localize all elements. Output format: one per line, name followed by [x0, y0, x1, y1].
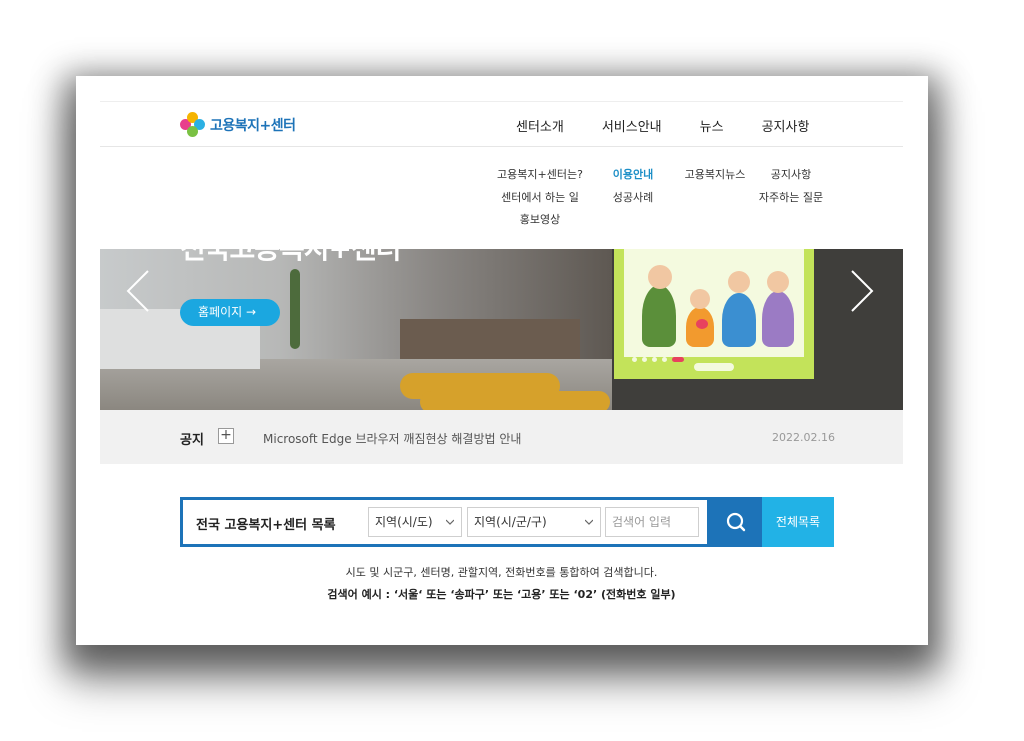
- next-slide-icon[interactable]: [846, 269, 876, 313]
- government-logo: [694, 363, 734, 371]
- search-help-text: 시도 및 시군구, 센터명, 관할지역, 전화번호를 통합하여 검색합니다.: [345, 566, 658, 579]
- logo-text: 고용복지+센터: [210, 118, 296, 134]
- page-card: 고용복지+센터 센터소개 서비스안내 뉴스 공지사항 고용복지+센터는? 센터에…: [76, 76, 928, 645]
- region-district-value: 지역(시/군/구): [474, 515, 547, 529]
- main-banner: 전국고용복지+센터 홈페이지 →: [100, 249, 903, 410]
- chevron-down-icon: [585, 519, 593, 525]
- slide-dot[interactable]: [642, 357, 647, 362]
- dropdown-col-center: 고용복지+센터는? 센터에서 하는 일 홍보영상: [497, 166, 583, 234]
- menu-notices[interactable]: 공지사항: [771, 166, 811, 189]
- site-header: 고용복지+센터 센터소개 서비스안내 뉴스 공지사항: [100, 102, 903, 147]
- menu-faq[interactable]: 자주하는 질문: [759, 189, 823, 212]
- notice-more-icon[interactable]: +: [218, 428, 234, 444]
- slide-dot[interactable]: [632, 357, 637, 362]
- search-input[interactable]: [605, 507, 699, 537]
- logo-icon: [180, 112, 206, 138]
- notice-label: 공지: [180, 433, 204, 448]
- chevron-down-icon: [446, 519, 454, 525]
- slide-dot-active[interactable]: [672, 357, 684, 362]
- search-icon: [726, 512, 746, 532]
- slide-dot[interactable]: [662, 357, 667, 362]
- center-search-box: 전국 고용복지+센터 목록 지역(시/도) 지역(시/군/구): [180, 497, 710, 547]
- slide-dots: [632, 357, 684, 362]
- banner-title: 전국고용복지+센터: [180, 249, 402, 267]
- dropdown-col-news: 고용복지뉴스: [680, 166, 750, 189]
- notice-link[interactable]: Microsoft Edge 브라우저 깨짐현상 해결방법 안내: [263, 430, 521, 447]
- menu-employment-news[interactable]: 고용복지뉴스: [685, 166, 746, 189]
- nav-news[interactable]: 뉴스: [700, 116, 724, 135]
- banner-counter: [400, 319, 580, 359]
- nav-service-guide[interactable]: 서비스안내: [602, 116, 662, 135]
- region-district-select[interactable]: 지역(시/군/구): [467, 507, 601, 537]
- figure-head: [767, 271, 789, 293]
- menu-promo-video[interactable]: 홍보영상: [520, 211, 560, 234]
- region-province-value: 지역(시/도): [375, 515, 433, 529]
- notice-bar: 공지 + Microsoft Edge 브라우저 깨짐현상 해결방법 안내 20…: [100, 410, 903, 464]
- search-title: 전국 고용복지+센터 목록: [196, 518, 336, 533]
- poster-illustration: [624, 249, 804, 357]
- figure-grandmother: [762, 291, 794, 347]
- nav-notice[interactable]: 공지사항: [762, 116, 810, 135]
- slide-dot[interactable]: [652, 357, 657, 362]
- figure-head: [648, 265, 672, 289]
- heart-icon: [696, 319, 708, 329]
- nav-center-intro[interactable]: 센터소개: [516, 116, 564, 135]
- menu-center-work[interactable]: 센터에서 하는 일: [501, 189, 579, 212]
- dropdown-col-service: 이용안내 성공사례: [600, 166, 666, 211]
- search-button[interactable]: [710, 497, 762, 547]
- banner-plant: [290, 269, 300, 349]
- menu-usage-guide[interactable]: 이용안내: [613, 166, 653, 189]
- site-logo[interactable]: 고용복지+센터: [180, 112, 296, 138]
- homepage-button[interactable]: 홈페이지 →: [180, 299, 280, 326]
- menu-about-center[interactable]: 고용복지+센터는?: [497, 166, 583, 189]
- figure-head: [690, 289, 710, 309]
- prev-slide-icon[interactable]: [124, 269, 154, 313]
- full-list-button[interactable]: 전체목록: [762, 497, 834, 547]
- region-province-select[interactable]: 지역(시/도): [368, 507, 462, 537]
- search-example-text: 검색어 예시 : ‘서울‘ 또는 ‘송파구’ 또는 ‘고용’ 또는 ‘02’ (…: [327, 588, 676, 601]
- figure-woman: [722, 293, 756, 347]
- campaign-poster: [614, 249, 814, 379]
- banner-sofa-2: [420, 391, 610, 410]
- notice-date: 2022.02.16: [772, 431, 835, 444]
- figure-head: [728, 271, 750, 293]
- figure-grandfather: [642, 285, 676, 347]
- menu-success-cases[interactable]: 성공사례: [613, 189, 653, 212]
- dropdown-col-notice: 공지사항 자주하는 질문: [756, 166, 826, 211]
- nav-dropdown: 고용복지+센터는? 센터에서 하는 일 홍보영상 이용안내 성공사례 고용복지뉴…: [100, 166, 903, 246]
- main-nav: 센터소개 서비스안내 뉴스 공지사항: [516, 116, 809, 135]
- page-inner: 고용복지+센터 센터소개 서비스안내 뉴스 공지사항 고용복지+센터는? 센터에…: [100, 76, 903, 645]
- banner-photo: [100, 249, 612, 410]
